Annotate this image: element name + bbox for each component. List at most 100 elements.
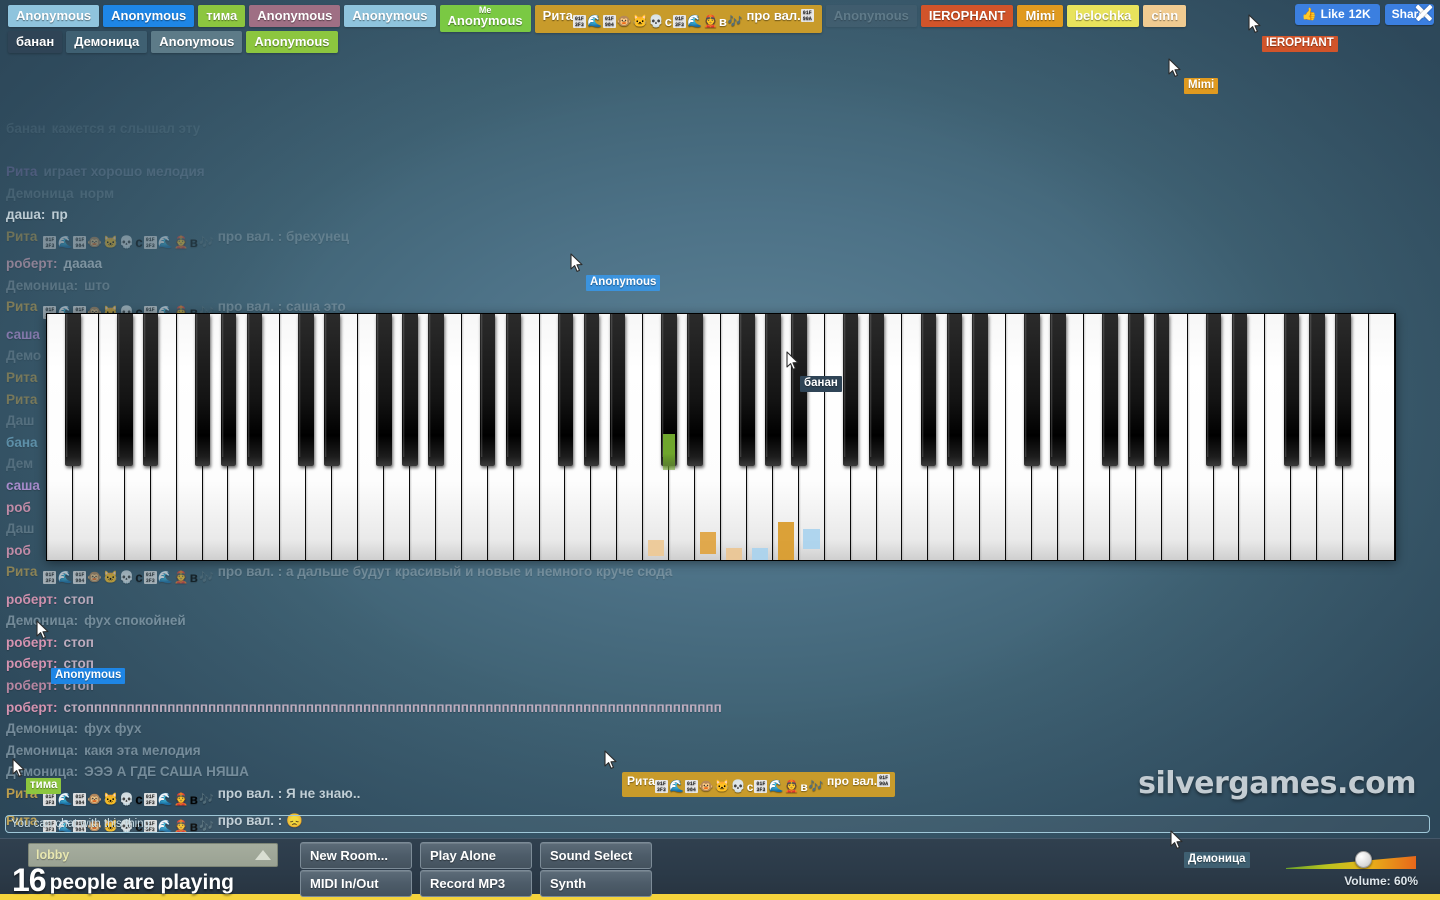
- piano-black-key[interactable]: [1205, 314, 1222, 466]
- midi-in-out-button[interactable]: MIDI In/Out: [300, 870, 412, 897]
- chat-text: играет хорошо мелодия: [43, 164, 205, 180]
- player-nametag[interactable]: Anonymous: [825, 5, 917, 27]
- player-nametag[interactable]: Anonymous: [8, 5, 100, 27]
- emoji-text: в: [189, 569, 198, 585]
- chat-message: Рита играет хорошо мелодия: [6, 161, 766, 183]
- piano-black-key[interactable]: [505, 314, 522, 466]
- emoji-text: в: [800, 779, 808, 794]
- player-nametag[interactable]: cinn: [1143, 5, 1187, 27]
- piano-black-key[interactable]: [428, 314, 444, 466]
- missing-glyph-box: 01F3F3: [143, 235, 157, 249]
- piano-black-key[interactable]: [298, 314, 314, 466]
- chat-text: пр: [51, 207, 68, 223]
- chevron-up-icon: [255, 850, 271, 860]
- chat-input[interactable]: You can chat with this thing.: [5, 815, 1430, 833]
- chat-author: саша: [6, 477, 40, 493]
- player-nametag[interactable]: Anonymous: [249, 5, 341, 27]
- silvergames-watermark: silvergames.com: [1138, 766, 1416, 801]
- piano-black-key[interactable]: [479, 314, 496, 466]
- chat-text: фух фух: [84, 721, 142, 737]
- piano-black-key[interactable]: [116, 314, 133, 466]
- chat-author: Даш: [6, 413, 35, 429]
- piano-black-key[interactable]: [765, 314, 781, 466]
- player-nametag[interactable]: Mimi: [1017, 5, 1064, 27]
- chat-text: про вал. : Я не знаю..: [217, 785, 361, 801]
- player-nametag[interactable]: Me Anonymous: [439, 5, 531, 32]
- emoji-run: 01F3F3🌊01F984🐵🐱💀с01F3F3🌊👲в🎶: [43, 232, 214, 254]
- piano-black-key[interactable]: [661, 314, 677, 466]
- sound-select-button[interactable]: Sound Select: [540, 842, 652, 869]
- chat-message: роберт: стоп: [6, 632, 766, 654]
- piano-black-key[interactable]: [842, 314, 859, 466]
- piano-black-key[interactable]: [1024, 314, 1040, 466]
- piano-black-key[interactable]: [324, 314, 340, 466]
- piano-black-key[interactable]: [1050, 314, 1066, 466]
- emoji-glyph: 🎶: [198, 570, 214, 585]
- close-icon[interactable]: [1412, 1, 1436, 25]
- piano-black-key[interactable]: [220, 314, 237, 466]
- emoji-glyph: 🌊: [157, 570, 173, 585]
- piano-black-key[interactable]: [194, 314, 211, 466]
- missing-glyph-box: 01F3F3: [672, 15, 686, 28]
- piano-black-key[interactable]: [65, 314, 81, 466]
- record-mp3-button[interactable]: Record MP3: [420, 870, 532, 897]
- player-nametag[interactable]: Рита 01F 3F3 🌊 01F 984 🐵 🐱 💀 с 01F 3F3 🌊 👲 в 🎶 про вал.…: [534, 5, 822, 33]
- synth-button[interactable]: Synth: [540, 870, 652, 897]
- piano-black-key[interactable]: [246, 314, 263, 466]
- play-alone-button[interactable]: Play Alone: [420, 842, 532, 869]
- player-nametag[interactable]: тима: [198, 5, 246, 27]
- player-nametag[interactable]: Anonymous: [344, 5, 436, 27]
- piano-black-key[interactable]: [583, 314, 600, 466]
- mouse-cursor: [604, 750, 618, 770]
- nametag-label: Anonymous: [352, 8, 428, 23]
- piano-black-key[interactable]: [142, 314, 159, 466]
- volume-control[interactable]: Volume: 60%: [1268, 850, 1418, 892]
- player-nametag[interactable]: Anonymous: [246, 31, 338, 53]
- piano-black-key[interactable]: [1153, 314, 1170, 466]
- chat-author: саша: [6, 326, 40, 342]
- player-nametag[interactable]: IEROPHANT: [920, 5, 1014, 27]
- player-nametag[interactable]: Anonymous: [151, 31, 243, 53]
- facebook-like-button[interactable]: 👍 Like 12K: [1294, 4, 1380, 25]
- thumbs-up-icon: 👍: [1301, 7, 1317, 21]
- player-nametag[interactable]: банан: [8, 31, 63, 53]
- emoji-glyph: 👲: [173, 791, 189, 806]
- piano-black-key[interactable]: [376, 314, 392, 466]
- volume-slider-knob[interactable]: [1355, 851, 1372, 868]
- volume-slider-track[interactable]: [1286, 856, 1416, 869]
- piano-black-key[interactable]: [920, 314, 937, 466]
- player-nametag[interactable]: Демоница: [66, 31, 148, 53]
- piano-black-key[interactable]: [1283, 314, 1300, 466]
- piano-white-key[interactable]: [1369, 314, 1395, 560]
- chat-author: Рита: [6, 369, 38, 385]
- new-room-button[interactable]: New Room...: [300, 842, 412, 869]
- player-nametag[interactable]: belochka: [1067, 5, 1140, 27]
- piano-black-key[interactable]: [972, 314, 988, 466]
- piano-black-key[interactable]: [609, 314, 626, 466]
- piano-black-key[interactable]: [402, 314, 418, 466]
- piano-black-key[interactable]: [1309, 314, 1325, 466]
- chat-author: Демо: [6, 348, 42, 364]
- chat-text: кажется я слышал эту: [51, 121, 201, 136]
- emoji-glyph: 👲: [702, 14, 718, 28]
- piano-black-key[interactable]: [868, 314, 885, 466]
- piano-black-key[interactable]: [687, 314, 703, 466]
- cursor-name-label: тима: [26, 778, 62, 794]
- emoji-glyph: 🐵: [87, 791, 103, 806]
- piano-black-key[interactable]: [1335, 314, 1351, 466]
- missing-glyph-box: 01F 90A: [800, 9, 814, 22]
- emoji-glyph: 🐵: [87, 234, 103, 249]
- missing-glyph-box: 01F984: [73, 792, 87, 806]
- player-nametag[interactable]: Anonymous: [103, 5, 195, 27]
- name-tail: про вал.: [746, 8, 801, 23]
- piano-black-key[interactable]: [739, 314, 755, 466]
- emoji-glyph: 🌊: [57, 791, 73, 806]
- piano-black-key[interactable]: [1127, 314, 1144, 466]
- cursor-name-label: IEROPHANT: [1262, 36, 1338, 52]
- piano-black-key[interactable]: [1102, 314, 1118, 466]
- piano-keyboard[interactable]: [46, 313, 1396, 561]
- piano-black-key[interactable]: [557, 314, 574, 466]
- emoji-text: в: [189, 234, 198, 250]
- piano-black-key[interactable]: [1231, 314, 1248, 466]
- piano-black-key[interactable]: [946, 314, 963, 466]
